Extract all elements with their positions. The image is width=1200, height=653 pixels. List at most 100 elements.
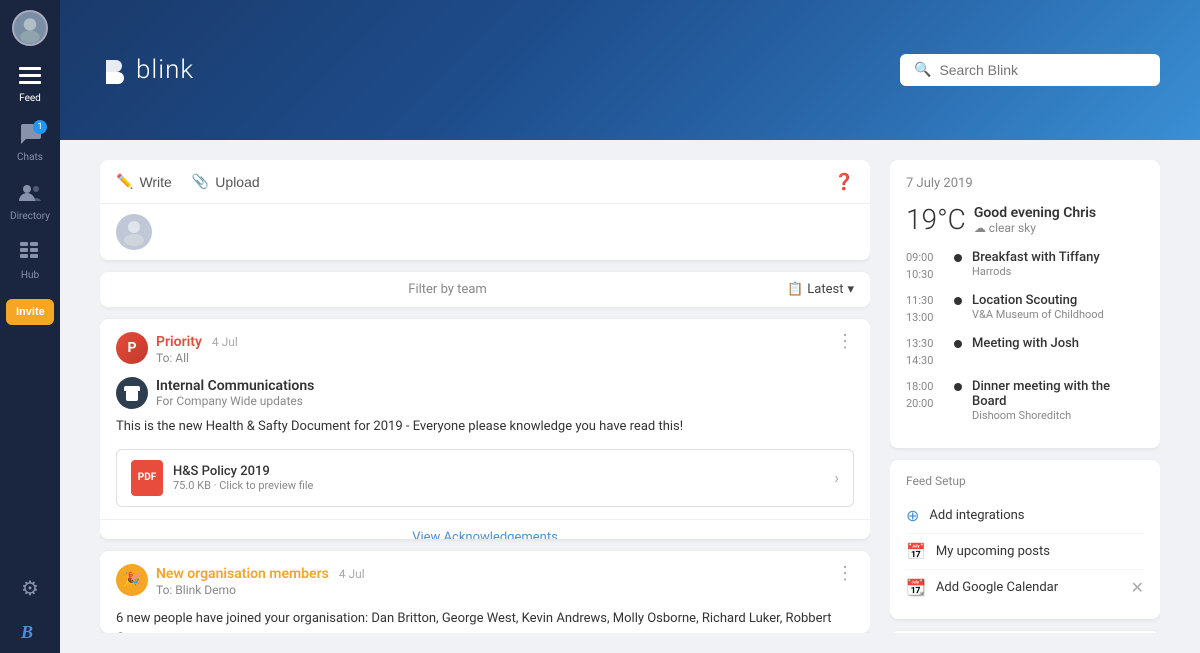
event-location-0: Harrods [972, 265, 1144, 278]
latest-label: Latest [807, 282, 843, 297]
event-info-0: Breakfast with Tiffany Harrods [972, 250, 1144, 283]
event-0: 09:00 10:30 Breakfast with Tiffany Harro… [906, 250, 1144, 283]
post-to-1: To: All [156, 351, 238, 365]
calendar-card: 7 July 2019 19°C Good evening Chris ☁ cl… [890, 160, 1160, 448]
post-sender-row: Priority 4 Jul [156, 331, 238, 350]
attachment-size: 75.0 KB · Click to preview file [173, 479, 313, 492]
feed-container: ✏️ Write 📎 Upload ❓ [60, 140, 1200, 653]
sidebar-item-hub-label: Hub [21, 270, 39, 281]
chevron-down-icon: ▾ [847, 282, 854, 297]
quick-links-card: Quick Links ℹ B Blink Help Center ↗ [890, 631, 1160, 633]
blink-bottom-icon[interactable]: B [21, 612, 39, 653]
attachment-left: PDF H&S Policy 2019 75.0 KB · Click to p… [131, 460, 313, 496]
event-title-1: Location Scouting [972, 293, 1144, 308]
post-sender-info-2: New organisation members 4 Jul To: Blink… [156, 563, 365, 597]
chats-icon: 1 [19, 124, 41, 149]
pdf-icon: PDF [131, 460, 163, 496]
event-location-3: Dishoom Shoreditch [972, 409, 1144, 422]
blink-logo: blink [100, 55, 194, 85]
settings-icon[interactable]: ⚙ [21, 564, 39, 612]
post-text-2: 6 new people have joined your organisati… [116, 609, 854, 633]
help-icon[interactable]: ❓ [834, 172, 854, 191]
feed-right: 7 July 2019 19°C Good evening Chris ☁ cl… [890, 160, 1160, 633]
post-more-menu-1[interactable]: ⋮ [836, 331, 854, 352]
logo-text: blink [136, 55, 194, 85]
avatar[interactable] [12, 10, 48, 46]
filter-team-label[interactable]: Filter by team [116, 282, 779, 297]
event-time-1: 11:30 13:00 [906, 293, 944, 326]
write-label: Write [139, 174, 171, 190]
feed-left: ✏️ Write 📎 Upload ❓ [100, 160, 870, 633]
channel-name: Internal Communications [156, 378, 314, 394]
event-info-3: Dinner meeting with the Board Dishoom Sh… [972, 379, 1144, 422]
feed-setup-card: Feed Setup ⊕ Add integrations 📅 My upcom… [890, 460, 1160, 619]
event-dot-1 [954, 297, 962, 305]
search-input[interactable] [939, 62, 1146, 78]
sidebar: Feed 1 Chats Directory [0, 0, 60, 653]
upcoming-posts-item[interactable]: 📅 My upcoming posts [906, 534, 1144, 570]
post-more-menu-2[interactable]: ⋮ [836, 563, 854, 584]
sidebar-item-hub[interactable]: Hub [0, 232, 60, 291]
sky-condition: ☁ clear sky [974, 221, 1096, 235]
sidebar-item-feed-label: Feed [19, 93, 41, 104]
post-card-2: 🎉 New organisation members 4 Jul To: Bli… [100, 551, 870, 633]
search-icon: 🔍 [914, 62, 931, 78]
upload-icon: 📎 [192, 173, 209, 190]
view-acknowledgements-button[interactable]: View Acknowledgements [100, 519, 870, 540]
post-header-2: 🎉 New organisation members 4 Jul To: Bli… [100, 551, 870, 609]
event-dot-0 [954, 254, 962, 262]
event-time-3: 18:00 20:00 [906, 379, 944, 422]
event-info-1: Location Scouting V&A Museum of Childhoo… [972, 293, 1144, 326]
event-location-1: V&A Museum of Childhood [972, 308, 1144, 321]
google-calendar-close-icon[interactable]: ✕ [1131, 578, 1144, 597]
feed-setup-title: Feed Setup [906, 474, 1144, 488]
event-dot-2 [954, 340, 962, 348]
weather-row: 19°C Good evening Chris ☁ clear sky [906, 203, 1144, 236]
sidebar-item-chats-label: Chats [17, 152, 43, 163]
event-3: 18:00 20:00 Dinner meeting with the Boar… [906, 379, 1144, 422]
calendar-icon: 📋 [787, 282, 803, 297]
upload-button[interactable]: 📎 Upload [192, 173, 260, 190]
compose-avatar-row [100, 204, 870, 260]
channel-desc: For Company Wide updates [156, 394, 314, 408]
calendar-date: 7 July 2019 [906, 176, 1144, 191]
add-integrations-item[interactable]: ⊕ Add integrations [906, 498, 1144, 534]
sidebar-item-feed[interactable]: Feed [0, 56, 60, 114]
add-google-calendar-item[interactable]: 📆 Add Google Calendar ✕ [906, 570, 1144, 605]
post-channel: Internal Communications For Company Wide… [116, 377, 854, 409]
sidebar-item-directory-label: Directory [10, 211, 50, 222]
post-date-1: 4 Jul [212, 335, 238, 349]
post-card-1: P Priority 4 Jul To: All ⋮ [100, 319, 870, 539]
event-info-2: Meeting with Josh [972, 336, 1144, 369]
weather-info: Good evening Chris ☁ clear sky [974, 205, 1096, 235]
compose-avatar [116, 214, 152, 250]
greeting: Good evening Chris [974, 205, 1096, 221]
upload-label: Upload [215, 174, 259, 190]
post-sender-2: New organisation members [156, 566, 329, 582]
write-icon: ✏️ [116, 173, 133, 190]
sidebar-item-chats[interactable]: 1 Chats [0, 114, 60, 173]
main-content: blink 🔍 ✏️ Write 📎 Upload [60, 0, 1200, 653]
compose-box: ✏️ Write 📎 Upload ❓ [100, 160, 870, 260]
invite-button[interactable]: Invite [6, 299, 54, 325]
attachment-arrow-icon: › [834, 468, 839, 487]
celebration-icon: 🎉 [116, 564, 148, 596]
channel-icon [116, 377, 148, 409]
post-sender-row-2: New organisation members 4 Jul [156, 563, 365, 582]
filter-latest[interactable]: 📋 Latest ▾ [787, 282, 854, 297]
post-sender-info: Priority 4 Jul To: All [156, 331, 238, 365]
post-to-2: To: Blink Demo [156, 583, 365, 597]
event-time-0: 09:00 10:30 [906, 250, 944, 283]
temperature: 19°C [906, 203, 966, 236]
event-1: 11:30 13:00 Location Scouting V&A Museum… [906, 293, 1144, 326]
compose-actions: ✏️ Write 📎 Upload ❓ [100, 160, 870, 204]
sidebar-bottom: ⚙ B [21, 564, 39, 653]
write-button[interactable]: ✏️ Write [116, 173, 172, 190]
google-calendar-icon: 📆 [906, 578, 926, 597]
event-title-3: Dinner meeting with the Board [972, 379, 1144, 409]
upcoming-posts-icon: 📅 [906, 542, 926, 561]
google-calendar-label: Add Google Calendar [936, 580, 1121, 595]
sidebar-item-directory[interactable]: Directory [0, 173, 60, 232]
attachment-name: H&S Policy 2019 [173, 464, 313, 479]
attachment-1[interactable]: PDF H&S Policy 2019 75.0 KB · Click to p… [116, 449, 854, 507]
